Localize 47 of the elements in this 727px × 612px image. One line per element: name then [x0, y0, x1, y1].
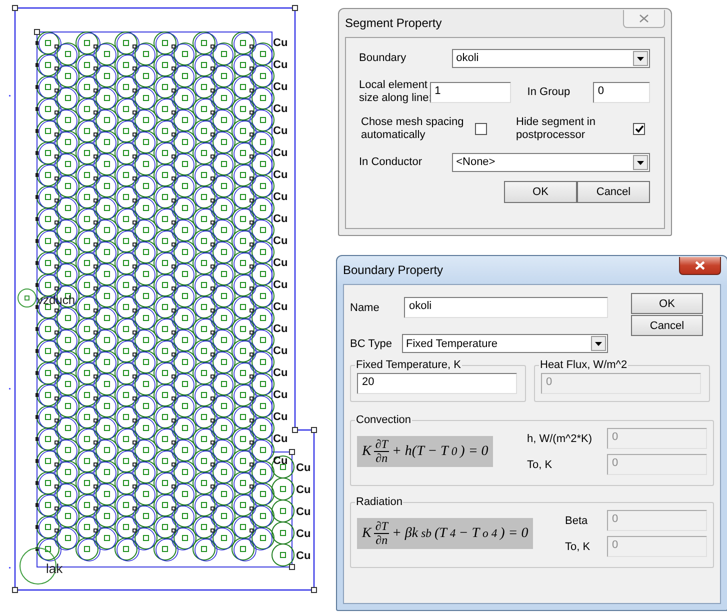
field-label: To, K — [527, 458, 554, 470]
material-label: Cu — [273, 389, 288, 401]
material-label: Cu — [273, 37, 288, 49]
field-label: In Conductor — [359, 156, 423, 168]
material-label: Cu — [273, 103, 288, 115]
material-label: Cu — [296, 528, 311, 540]
material-label: Cu — [273, 301, 288, 313]
material-label: Cu — [296, 462, 311, 474]
dialog-button[interactable]: OK — [631, 293, 703, 314]
window-title: Boundary Property — [343, 263, 444, 277]
field-label: h, W/(m^2*K) — [527, 432, 594, 444]
material-label: Cu — [273, 147, 288, 159]
field-label: In Group — [527, 86, 572, 98]
material-label: Cu — [273, 257, 288, 269]
dropdown[interactable]: Fixed Temperature — [402, 334, 608, 353]
material-label: Cu — [273, 433, 288, 445]
material-label: Cu — [273, 367, 288, 379]
field-label: Boundary — [359, 52, 408, 64]
text-field[interactable]: okoli — [404, 297, 608, 318]
material-label: Cu — [273, 169, 288, 181]
material-label: Cu — [273, 125, 288, 137]
checkbox-label: Hide segment in postprocessor — [516, 116, 596, 142]
material-label: Cu — [273, 81, 288, 93]
material-label: Cu — [273, 455, 288, 467]
text-field[interactable]: 20 — [357, 373, 517, 394]
material-label: Cu — [273, 59, 288, 71]
field-label: BC Type — [350, 338, 393, 350]
dialog-button[interactable]: Cancel — [631, 315, 703, 336]
material-label: Cu — [273, 323, 288, 335]
group-title: Radiation — [355, 496, 404, 508]
group-title: Fixed Temperature, K — [355, 359, 462, 371]
material-label: Cu — [273, 411, 288, 423]
checkbox-label: Chose mesh spacing automatically — [361, 116, 464, 142]
material-label: Cu — [273, 235, 288, 247]
material-label: Cu — [273, 345, 288, 357]
material-label: Cu — [296, 484, 311, 496]
material-label: Cu — [273, 279, 288, 291]
window-title: Segment Property — [345, 16, 442, 30]
group-title: Convection — [355, 414, 412, 426]
group-title: Heat Flux, W/m^2 — [539, 359, 628, 371]
field-label: Name — [350, 302, 380, 314]
material-label: Cu — [296, 550, 311, 562]
material-label: Cu — [296, 506, 311, 518]
field-label: Beta — [565, 514, 589, 526]
field-label: To, K — [565, 540, 592, 552]
material-label: Cu — [273, 213, 288, 225]
material-label: Cu — [273, 191, 288, 203]
